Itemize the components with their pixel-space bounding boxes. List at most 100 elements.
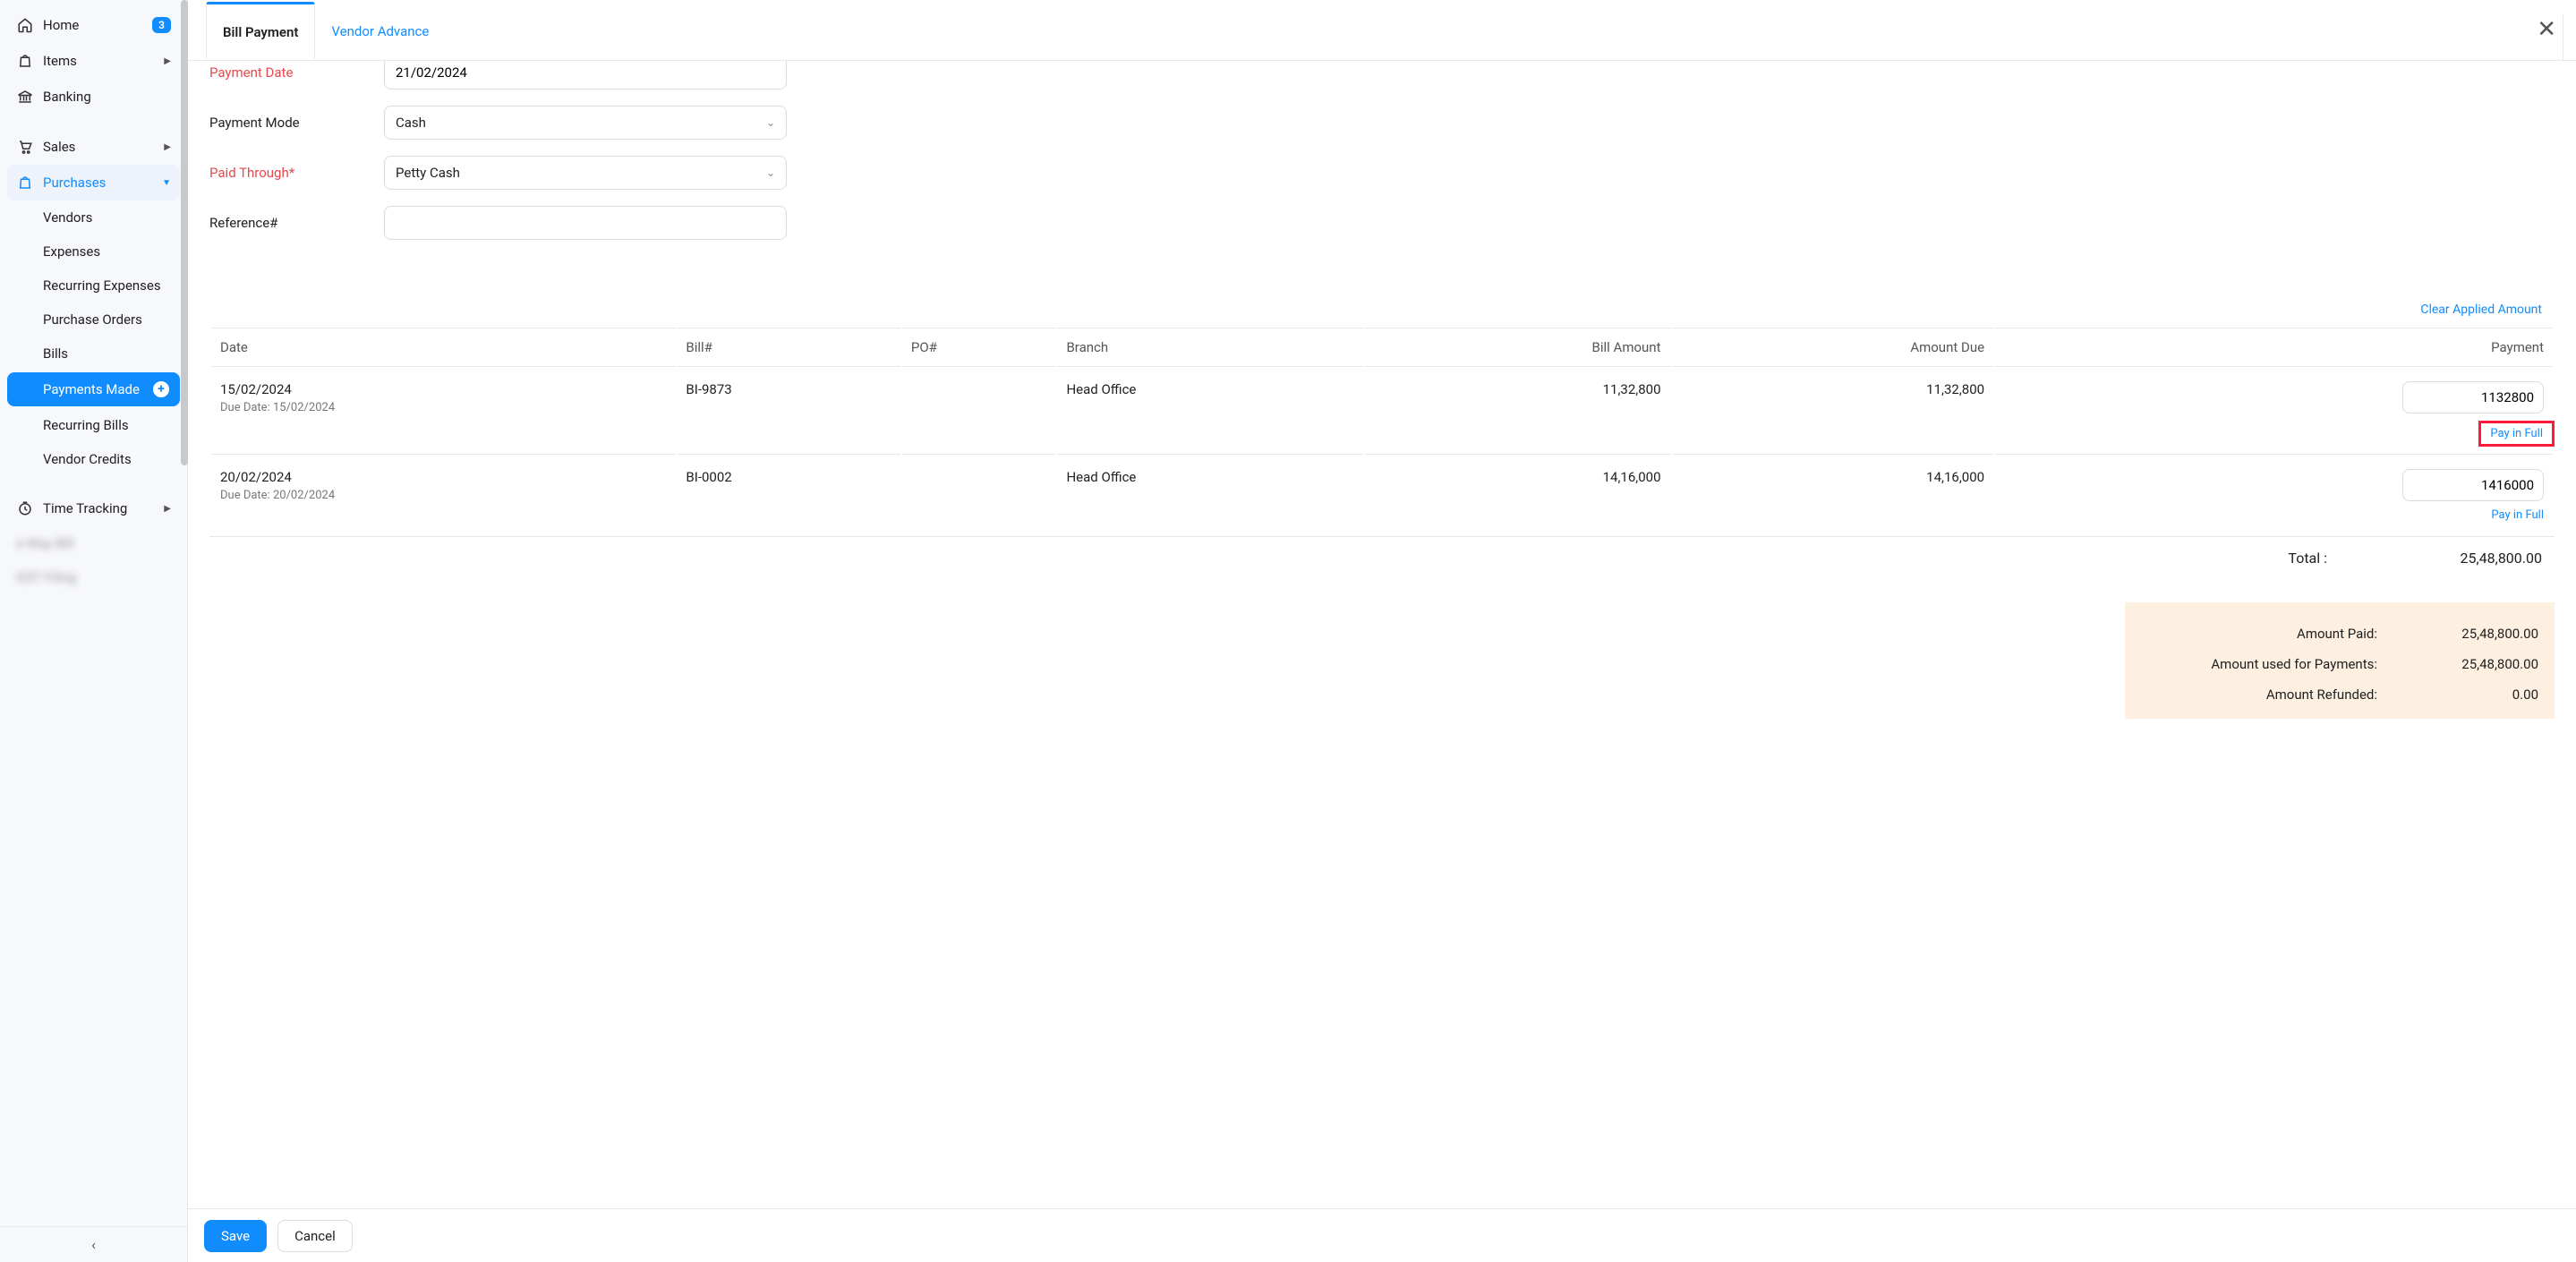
tab-vendor-advance[interactable]: Vendor Advance — [315, 4, 445, 57]
sidebar-item-vendor-credits[interactable]: Vendor Credits — [0, 442, 187, 476]
chevron-down-icon: ⌄ — [766, 116, 775, 129]
cell-date: 20/02/2024 — [220, 469, 666, 485]
payment-input[interactable] — [2402, 469, 2544, 501]
input-payment-date[interactable] — [384, 61, 787, 90]
amount-refunded-value: 0.00 — [2431, 686, 2538, 703]
nav-label: Purchases — [43, 175, 162, 191]
th-bill: Bill# — [677, 328, 900, 367]
cell-amount-due: 11,32,800 — [1672, 369, 1994, 455]
cell-branch: Head Office — [1057, 369, 1364, 455]
chevron-right-icon: ▶ — [164, 504, 171, 514]
scrollbar-track — [181, 0, 188, 1262]
clear-applied-amount-link[interactable]: Clear Applied Amount — [2420, 303, 2542, 317]
add-icon[interactable]: + — [153, 381, 169, 397]
content-scroll[interactable]: Payment Date Payment Mode Cash ⌄ Paid Th… — [188, 61, 2576, 1208]
label-paid-through: Paid Through* — [209, 165, 384, 181]
sidebar-item-home[interactable]: Home 3 — [0, 7, 187, 43]
main-panel: Bill Payment Vendor Advance ✕ Payment Da… — [188, 0, 2576, 1262]
nav-label: Home — [43, 17, 152, 33]
bag-icon — [16, 52, 34, 70]
total-row: Total : 25,48,800.00 — [209, 536, 2555, 584]
amount-used-value: 25,48,800.00 — [2431, 656, 2538, 672]
scrollbar-thumb[interactable] — [181, 0, 188, 465]
table-row: 15/02/2024 Due Date: 15/02/2024 BI-9873 … — [211, 369, 2553, 455]
sidebar-item-expenses[interactable]: Expenses — [0, 234, 187, 269]
sidebar-item-sales[interactable]: Sales ▶ — [0, 129, 187, 165]
sidebar-item-recurring-expenses[interactable]: Recurring Expenses — [0, 269, 187, 303]
sidebar-item-vendors[interactable]: Vendors — [0, 200, 187, 234]
cell-po — [902, 369, 1056, 455]
chevron-down-icon: ▼ — [162, 178, 171, 188]
cell-date: 15/02/2024 — [220, 381, 666, 397]
home-badge: 3 — [152, 17, 171, 33]
amount-paid-value: 25,48,800.00 — [2431, 626, 2538, 642]
select-paid-through[interactable]: Petty Cash ⌄ — [384, 156, 787, 190]
cell-bill: BI-0002 — [677, 456, 900, 529]
tab-bill-payment[interactable]: Bill Payment — [206, 2, 315, 59]
th-amount-due: Amount Due — [1672, 328, 1994, 367]
footer-bar: Save Cancel — [188, 1208, 2576, 1262]
amount-paid-label: Amount Paid: — [2141, 626, 2377, 642]
reference-field[interactable] — [396, 215, 775, 231]
summary-box: Amount Paid: 25,48,800.00 Amount used fo… — [2125, 602, 2555, 719]
sidebar-item-purchases[interactable]: Purchases ▼ — [7, 165, 180, 200]
cell-due-date: Due Date: 15/02/2024 — [220, 401, 666, 414]
close-icon[interactable]: ✕ — [2537, 18, 2556, 41]
sidebar-blurred-item: GST Filing — [0, 560, 187, 594]
sidebar-item-bills[interactable]: Bills — [0, 337, 187, 371]
amount-used-label: Amount used for Payments: — [2141, 656, 2377, 672]
chevron-left-icon: ‹ — [91, 1236, 96, 1253]
sidebar-item-recurring-bills[interactable]: Recurring Bills — [0, 408, 187, 442]
form-row-payment-date: Payment Date — [209, 61, 2555, 90]
bills-table: Date Bill# PO# Branch Bill Amount Amount… — [209, 326, 2555, 531]
th-payment: Payment — [1995, 328, 2553, 367]
sidebar-collapse[interactable]: ‹ — [0, 1226, 187, 1262]
input-reference[interactable] — [384, 206, 787, 240]
bank-icon — [16, 88, 34, 106]
payment-input[interactable] — [2402, 381, 2544, 414]
sidebar-item-payments-made[interactable]: Payments Made + — [7, 372, 180, 406]
cart-icon — [16, 138, 34, 156]
nav-label: Banking — [43, 89, 171, 105]
label-payment-date: Payment Date — [209, 64, 384, 81]
cell-bill-amount: 14,16,000 — [1366, 456, 1669, 529]
sidebar-item-time-tracking[interactable]: Time Tracking ▶ — [0, 490, 187, 526]
sidebar-item-purchase-orders[interactable]: Purchase Orders — [0, 303, 187, 337]
cell-bill: BI-9873 — [677, 369, 900, 455]
select-payment-mode[interactable]: Cash ⌄ — [384, 106, 787, 140]
sidebar-item-banking[interactable]: Banking — [0, 79, 187, 115]
form-row-reference: Reference# — [209, 206, 2555, 240]
cancel-button[interactable]: Cancel — [277, 1220, 353, 1252]
sidebar: Home 3 Items ▶ Banking — [0, 0, 188, 1262]
chevron-right-icon: ▶ — [164, 142, 171, 152]
payment-date-field[interactable] — [396, 64, 775, 81]
select-value: Cash — [396, 115, 426, 131]
cell-po — [902, 456, 1056, 529]
nav-label: Time Tracking — [43, 500, 164, 516]
form-row-paid-through: Paid Through* Petty Cash ⌄ — [209, 156, 2555, 190]
home-icon — [16, 16, 34, 34]
chevron-right-icon: ▶ — [164, 56, 171, 66]
th-branch: Branch — [1057, 328, 1364, 367]
basket-icon — [16, 174, 34, 192]
nav-label: Items — [43, 53, 164, 69]
th-date: Date — [211, 328, 675, 367]
pay-in-full-link[interactable]: Pay in Full — [2491, 508, 2544, 522]
cell-branch: Head Office — [1057, 456, 1364, 529]
sidebar-item-items[interactable]: Items ▶ — [0, 43, 187, 79]
chevron-down-icon: ⌄ — [766, 166, 775, 179]
cell-amount-due: 14,16,000 — [1672, 456, 1994, 529]
amount-refunded-label: Amount Refunded: — [2141, 686, 2377, 703]
purchases-submenu: Vendors Expenses Recurring Expenses Purc… — [0, 200, 187, 476]
table-row: 20/02/2024 Due Date: 20/02/2024 BI-0002 … — [211, 456, 2553, 529]
select-value: Petty Cash — [396, 165, 460, 181]
pay-in-full-link[interactable]: Pay in Full — [2478, 421, 2555, 447]
label-reference: Reference# — [209, 215, 384, 231]
th-po: PO# — [902, 328, 1056, 367]
cell-due-date: Due Date: 20/02/2024 — [220, 489, 666, 502]
label-payment-mode: Payment Mode — [209, 115, 384, 131]
sidebar-blurred-item: e-Way Bill — [0, 526, 187, 560]
th-bill-amount: Bill Amount — [1366, 328, 1669, 367]
save-button[interactable]: Save — [204, 1220, 267, 1252]
cell-bill-amount: 11,32,800 — [1366, 369, 1669, 455]
